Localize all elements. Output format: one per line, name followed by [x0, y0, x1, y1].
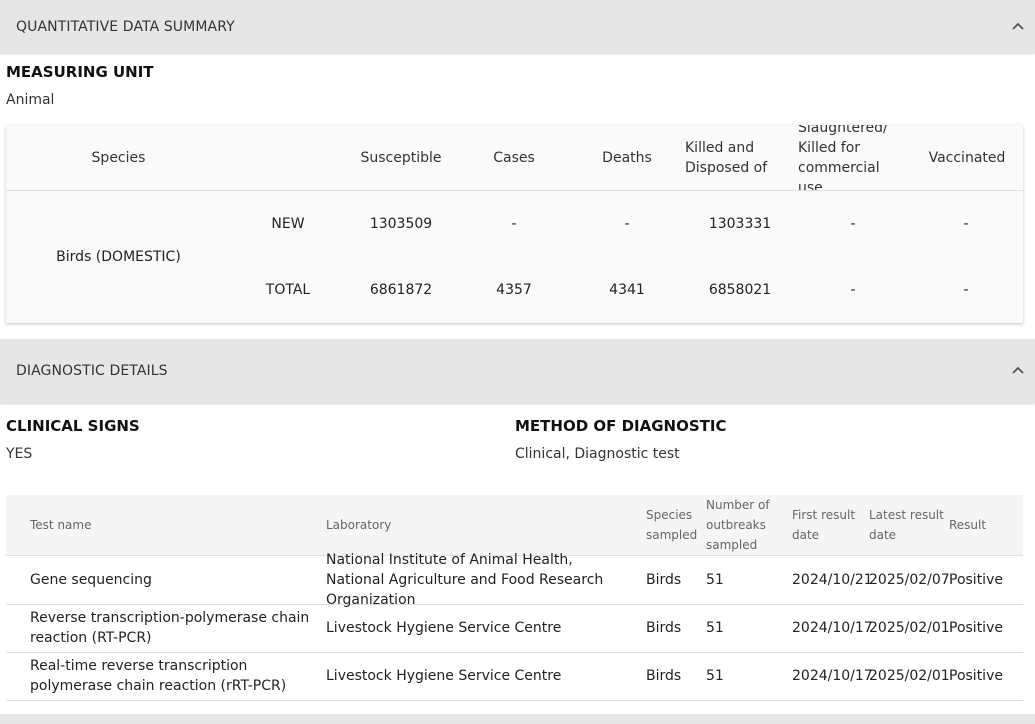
col-header-test-name: Test name [30, 518, 92, 532]
result: Positive [949, 668, 1003, 684]
quant-table: Species Susceptible Cases Deaths Killed … [6, 125, 1023, 323]
new-killed-disposed: 1303331 [708, 216, 772, 232]
clinical-signs-label: CLINICAL SIGNS [6, 417, 140, 435]
test-name: Reverse transcription-polymerase chain r… [30, 610, 310, 646]
row-type-total: TOTAL [265, 282, 311, 298]
total-vaccinated: - [963, 282, 969, 298]
species-cell: Birds (DOMESTIC) [56, 249, 181, 265]
new-deaths: - [624, 216, 630, 232]
col-header-species: Species [91, 150, 146, 166]
col-header-latest-result: Latest result date [869, 508, 944, 542]
latest-result-date: 2025/02/07 [869, 572, 950, 588]
new-susceptible: 1303509 [369, 216, 433, 232]
laboratory: Livestock Hygiene Service Centre [326, 620, 562, 636]
new-slaughtered: - [850, 216, 856, 232]
total-slaughtered: - [850, 282, 856, 298]
latest-result-date: 2025/02/01 [869, 620, 950, 636]
test-name: Gene sequencing [30, 572, 152, 588]
chevron-up-icon[interactable] [1011, 363, 1025, 377]
chevron-up-icon[interactable] [1011, 19, 1025, 33]
outbreaks-sampled: 51 [706, 620, 724, 636]
measuring-unit-label: MEASURING UNIT [6, 63, 154, 81]
col-header-outbreaks-sampled: Number of outbreaks sampled [706, 498, 770, 552]
measuring-unit-value: Animal [6, 92, 55, 108]
col-header-vaccinated: Vaccinated [928, 150, 1006, 166]
outbreaks-sampled: 51 [706, 572, 724, 588]
table-row: Reverse transcription-polymerase chain r… [6, 604, 1023, 653]
latest-result-date: 2025/02/01 [869, 668, 950, 684]
quant-section-header[interactable]: QUANTITATIVE DATA SUMMARY [0, 0, 1035, 53]
col-header-cases: Cases [493, 150, 535, 166]
laboratory: National Institute of Animal Health, Nat… [326, 552, 604, 608]
test-name: Real-time reverse transcription polymera… [30, 658, 287, 694]
col-header-laboratory: Laboratory [326, 518, 392, 532]
diag-table-header: Test name Laboratory Species sampled Num… [6, 495, 1023, 556]
col-header-slaughtered-clip: Slaughtered/ Killed for commercial use [798, 125, 906, 191]
species-sampled: Birds [646, 620, 682, 636]
total-susceptible: 6861872 [369, 282, 433, 298]
table-row: Gene sequencing National Institute of An… [6, 552, 1023, 608]
diag-section-header[interactable]: DIAGNOSTIC DETAILS [0, 339, 1035, 403]
new-vaccinated: - [963, 216, 969, 232]
first-result-date: 2024/10/17 [792, 620, 873, 636]
method-label: METHOD OF DIAGNOSTIC [515, 417, 727, 435]
quant-section-title: QUANTITATIVE DATA SUMMARY [16, 18, 235, 35]
result: Positive [949, 572, 1003, 588]
diag-section-title: DIAGNOSTIC DETAILS [16, 363, 168, 379]
col-header-deaths: Deaths [602, 150, 652, 166]
col-header-result: Result [949, 518, 987, 532]
new-cases: - [511, 216, 517, 232]
total-cases: 4357 [496, 282, 532, 298]
species-sampled: Birds [646, 668, 682, 684]
col-header-slaughtered: Slaughtered/ Killed for commercial use [798, 125, 888, 191]
col-header-species-sampled: Species sampled [646, 508, 698, 542]
table-row: Real-time reverse transcription polymera… [6, 652, 1023, 701]
next-section-header[interactable] [0, 714, 1035, 724]
first-result-date: 2024/10/17 [792, 668, 873, 684]
col-header-killed-disposed: Killed and Disposed of [685, 140, 768, 176]
row-type-new: NEW [271, 216, 305, 232]
outbreaks-sampled: 51 [706, 668, 724, 684]
method-value: Clinical, Diagnostic test [515, 446, 680, 462]
total-killed-disposed: 6858021 [708, 282, 772, 298]
clinical-signs-value: YES [6, 446, 33, 462]
result: Positive [949, 620, 1003, 636]
first-result-date: 2024/10/21 [792, 572, 873, 588]
col-header-susceptible: Susceptible [360, 150, 442, 166]
laboratory: Livestock Hygiene Service Centre [326, 668, 562, 684]
species-sampled: Birds [646, 572, 682, 588]
col-header-first-result: First result date [792, 508, 856, 542]
total-deaths: 4341 [609, 282, 645, 298]
